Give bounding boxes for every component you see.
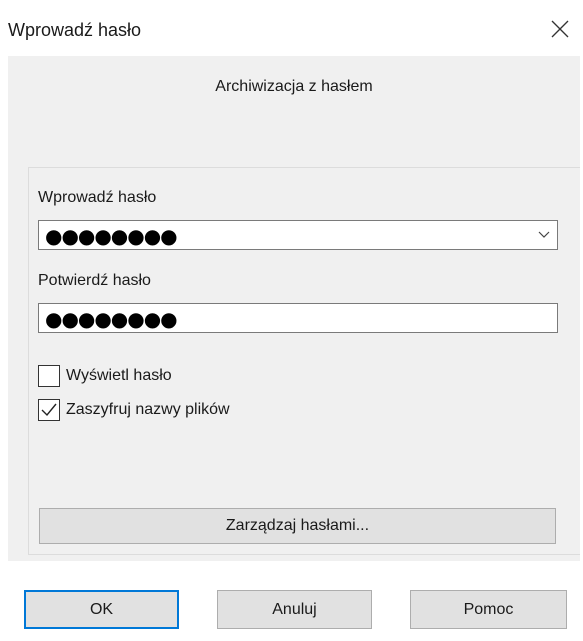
close-button[interactable]	[545, 14, 575, 44]
confirm-masked-value: ●●●●●●●●	[45, 307, 178, 331]
dialog-panel: Archiwizacja z hasłem Wprowadź hasło ●●●…	[8, 56, 580, 561]
chevron-down-icon[interactable]	[537, 229, 551, 241]
checkmark-icon	[41, 403, 57, 417]
show-password-checkbox[interactable]	[38, 365, 60, 387]
password-group: Wprowadź hasło ●●●●●●●● Potwierdź hasło …	[28, 167, 580, 555]
dialog-subtitle: Archiwizacja z hasłem	[215, 78, 373, 95]
close-icon	[551, 20, 569, 38]
ok-button[interactable]: OK	[24, 590, 179, 629]
help-button[interactable]: Pomoc	[410, 590, 567, 629]
manage-passwords-button[interactable]: Zarządzaj hasłami...	[39, 508, 556, 544]
password-masked-value: ●●●●●●●●	[45, 224, 178, 248]
cancel-button[interactable]: Anuluj	[217, 590, 372, 629]
password-label: Wprowadź hasło	[38, 189, 157, 206]
confirm-password-input[interactable]: ●●●●●●●●	[38, 303, 558, 333]
title-bar: Wprowadź hasło	[0, 0, 583, 56]
encrypt-names-label: Zaszyfruj nazwy plików	[66, 401, 230, 418]
window-title: Wprowadź hasło	[8, 20, 142, 40]
confirm-label: Potwierdź hasło	[38, 272, 151, 289]
show-password-label: Wyświetl hasło	[66, 367, 172, 384]
encrypt-names-checkbox[interactable]	[38, 399, 60, 421]
password-combobox[interactable]: ●●●●●●●●	[38, 220, 558, 250]
